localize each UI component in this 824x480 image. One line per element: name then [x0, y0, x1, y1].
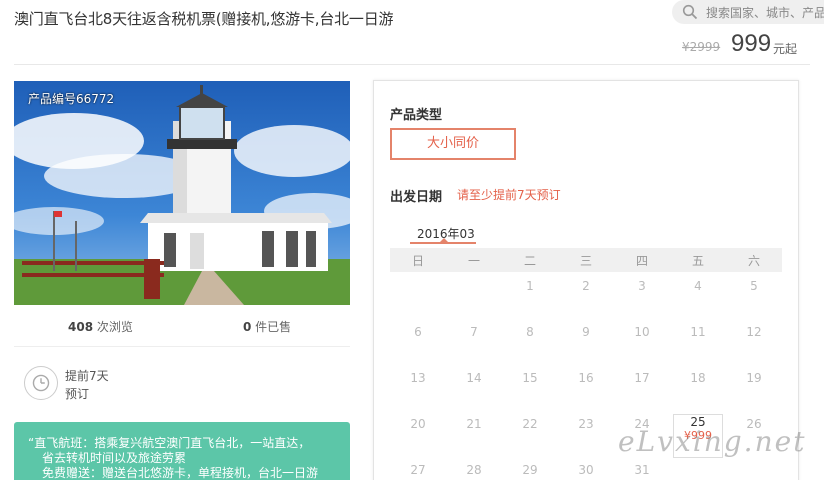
- weekday-label: 五: [691, 254, 704, 268]
- calendar-day[interactable]: 22: [502, 417, 558, 431]
- calendar-day[interactable]: 27: [390, 463, 446, 477]
- product-stats: 408 次浏览 0 件已售: [14, 318, 350, 338]
- clock-icon: [24, 366, 58, 400]
- weekday-label: 二: [523, 254, 536, 268]
- calendar-day[interactable]: 14: [446, 371, 502, 385]
- calendar-day[interactable]: 18: [670, 371, 726, 385]
- calendar-day[interactable]: 17: [614, 371, 670, 385]
- calendar-day[interactable]: 16: [558, 371, 614, 385]
- calendar-day[interactable]: 4: [670, 279, 726, 293]
- weekday-header: 日一二三四五六: [390, 248, 782, 272]
- weekday-label: 一: [467, 254, 480, 268]
- calendar-day[interactable]: 2: [558, 279, 614, 293]
- product-type-option[interactable]: 大小同价: [390, 128, 516, 160]
- product-photo[interactable]: 产品编号66772: [14, 81, 350, 305]
- calendar-day[interactable]: 10: [614, 325, 670, 339]
- weekday-label: 三: [579, 254, 592, 268]
- calendar-day[interactable]: 9: [558, 325, 614, 339]
- promo-line-2: 省去转机时间以及旅途劳累: [42, 451, 187, 465]
- calendar-day[interactable]: 23: [558, 417, 614, 431]
- calendar-day[interactable]: 11: [670, 325, 726, 339]
- stats-divider: [14, 346, 350, 347]
- old-price: ¥2999: [682, 40, 721, 54]
- views-count: 408: [68, 320, 94, 334]
- views-label: 次浏览: [93, 320, 133, 334]
- promo-box: “直飞航班：搭乘复兴航空澳门直飞台北，一站直达， 省去转机时间以及旅途劳累 免费…: [14, 422, 350, 480]
- calendar-day[interactable]: 3: [614, 279, 670, 293]
- month-underline: [410, 242, 476, 244]
- calendar-day[interactable]: 7: [446, 325, 502, 339]
- calendar-day[interactable]: 31: [614, 463, 670, 477]
- search-icon: [682, 4, 698, 20]
- departure-date-label: 出发日期: [390, 190, 443, 205]
- promo-line-1: “直飞航班：搭乘复兴航空澳门直飞台北，一站直达，: [28, 436, 311, 450]
- views-stat: 408 次浏览: [68, 318, 133, 335]
- calendar-day[interactable]: 12: [726, 325, 782, 339]
- booking-panel: 产品类型 大小同价 出发日期 请至少提前7天预订 2016年03 日一二三四五六…: [373, 80, 799, 480]
- watermark: eLvxing.net: [618, 425, 807, 458]
- date-note: 请至少提前7天预订: [457, 188, 561, 202]
- calendar-day[interactable]: 19: [726, 371, 782, 385]
- calendar-day[interactable]: 28: [446, 463, 502, 477]
- calendar-day[interactable]: 29: [502, 463, 558, 477]
- weekday-label: 日: [411, 254, 424, 268]
- calendar-day[interactable]: 6: [390, 325, 446, 339]
- sold-stat: 0 件已售: [243, 318, 291, 335]
- product-id: 产品编号66772: [28, 92, 115, 106]
- calendar-day[interactable]: 8: [502, 325, 558, 339]
- header-divider: [14, 64, 810, 65]
- price-block: ¥2999 999 元起: [682, 30, 824, 60]
- lighthouse-image: [14, 81, 350, 305]
- price-suffix: 元起: [773, 42, 798, 56]
- sold-label: 件已售: [251, 320, 292, 334]
- search-box[interactable]: 搜索国家、城市、产品: [672, 0, 824, 24]
- page-title: 澳门直飞台北8天往返含税机票(赠接机,悠游卡,台北一日游: [14, 10, 394, 28]
- weekday-label: 六: [747, 254, 760, 268]
- calendar-day[interactable]: 1: [502, 279, 558, 293]
- booking-line-1: 提前7天: [65, 369, 109, 383]
- current-price: 999: [731, 30, 772, 57]
- calendar-day[interactable]: 21: [446, 417, 502, 431]
- calendar-day[interactable]: 5: [726, 279, 782, 293]
- month-caret-icon: [440, 238, 448, 242]
- promo-line-3: 免费赠送：赠送台北悠游卡，单程接机，台北一日游: [42, 466, 319, 480]
- booking-line-2: 预订: [65, 387, 90, 401]
- weekday-label: 四: [635, 254, 648, 268]
- calendar-day[interactable]: 13: [390, 371, 446, 385]
- calendar-day[interactable]: 30: [558, 463, 614, 477]
- product-type-label: 产品类型: [390, 108, 443, 123]
- calendar-day[interactable]: 15: [502, 371, 558, 385]
- calendar-day[interactable]: 20: [390, 417, 446, 431]
- search-placeholder: 搜索国家、城市、产品: [706, 6, 824, 20]
